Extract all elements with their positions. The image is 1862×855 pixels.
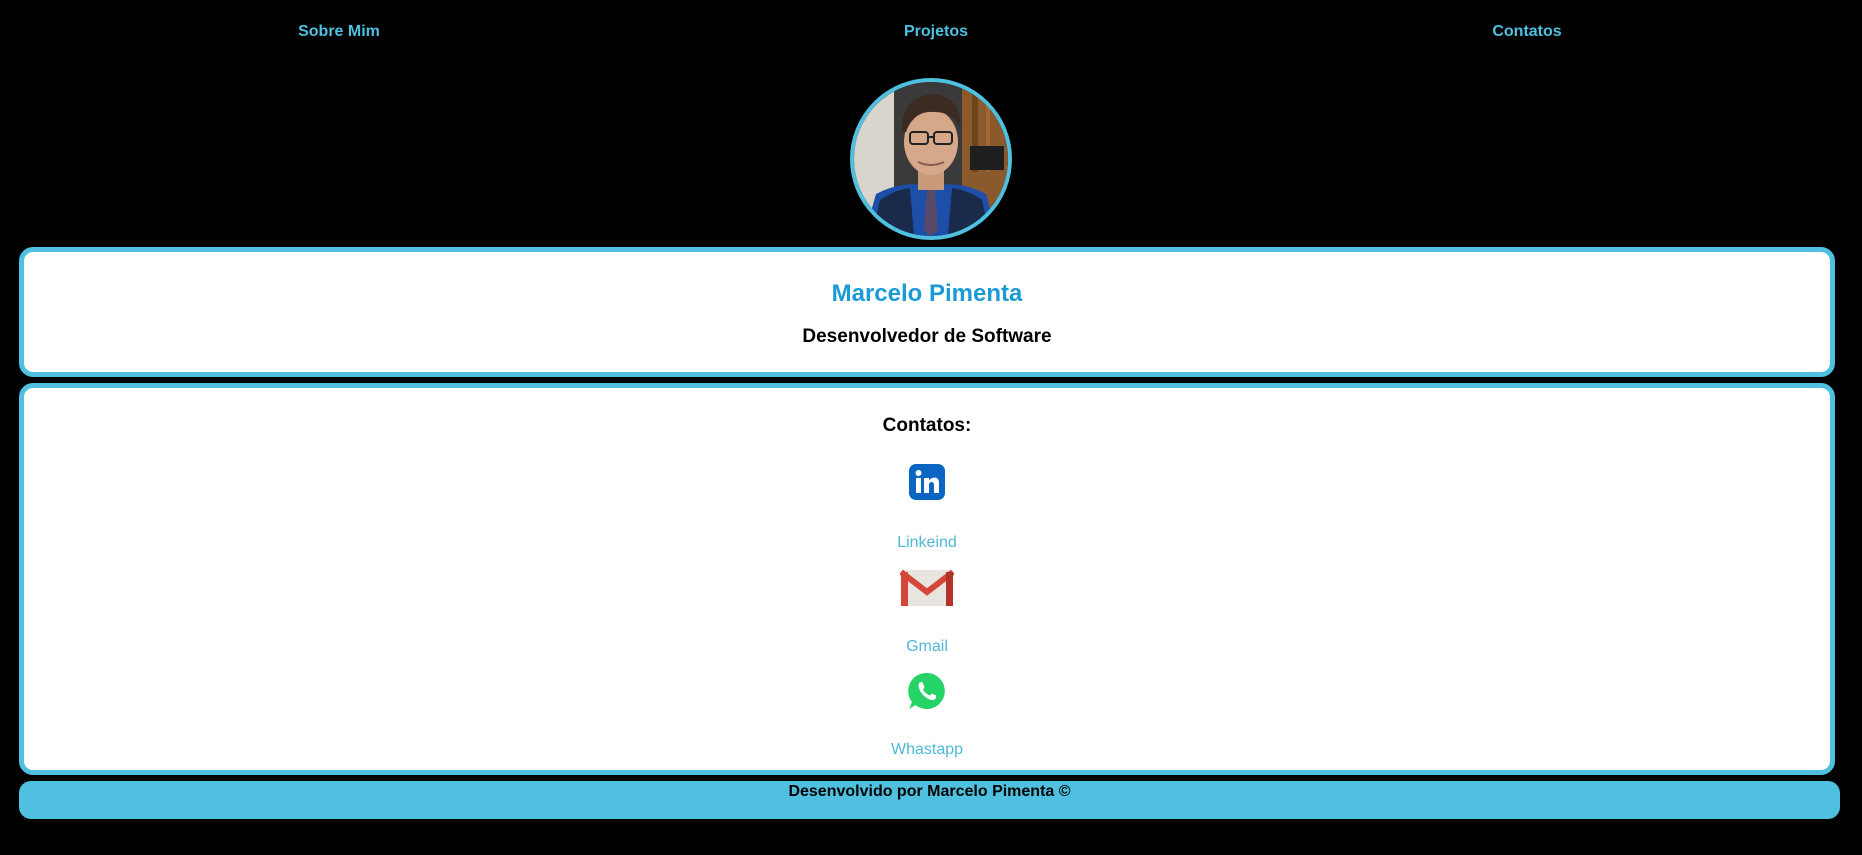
contacts-card: Contatos: Linkeind Gmail Whastapp xyxy=(19,383,1835,775)
footer-text: Desenvolvido por Marcelo Pimenta © xyxy=(788,783,1071,800)
gmail-icon[interactable] xyxy=(899,568,955,613)
profile-name: Marcelo Pimenta xyxy=(831,280,1023,307)
profile-role: Desenvolvedor de Software xyxy=(802,326,1052,347)
gmail-link[interactable]: Gmail xyxy=(24,638,1830,656)
footer: Desenvolvido por Marcelo Pimenta © xyxy=(19,781,1840,819)
profile-avatar xyxy=(850,78,1012,240)
whatsapp-link[interactable]: Whastapp xyxy=(24,741,1830,759)
whatsapp-icon[interactable] xyxy=(907,671,947,716)
nav-link-contatos[interactable]: Contatos xyxy=(1492,23,1561,41)
avatar-photo xyxy=(854,82,1008,236)
nav-link-projetos[interactable]: Projetos xyxy=(904,23,968,41)
profile-card: Marcelo Pimenta Desenvolvedor de Softwar… xyxy=(19,247,1835,377)
top-navigation: Sobre Mim Projetos Contatos xyxy=(0,0,1862,64)
nav-link-sobre-mim[interactable]: Sobre Mim xyxy=(298,23,380,41)
linkedin-icon[interactable] xyxy=(909,464,945,505)
linkedin-link[interactable]: Linkeind xyxy=(24,534,1830,552)
contacts-title: Contatos: xyxy=(882,415,972,436)
